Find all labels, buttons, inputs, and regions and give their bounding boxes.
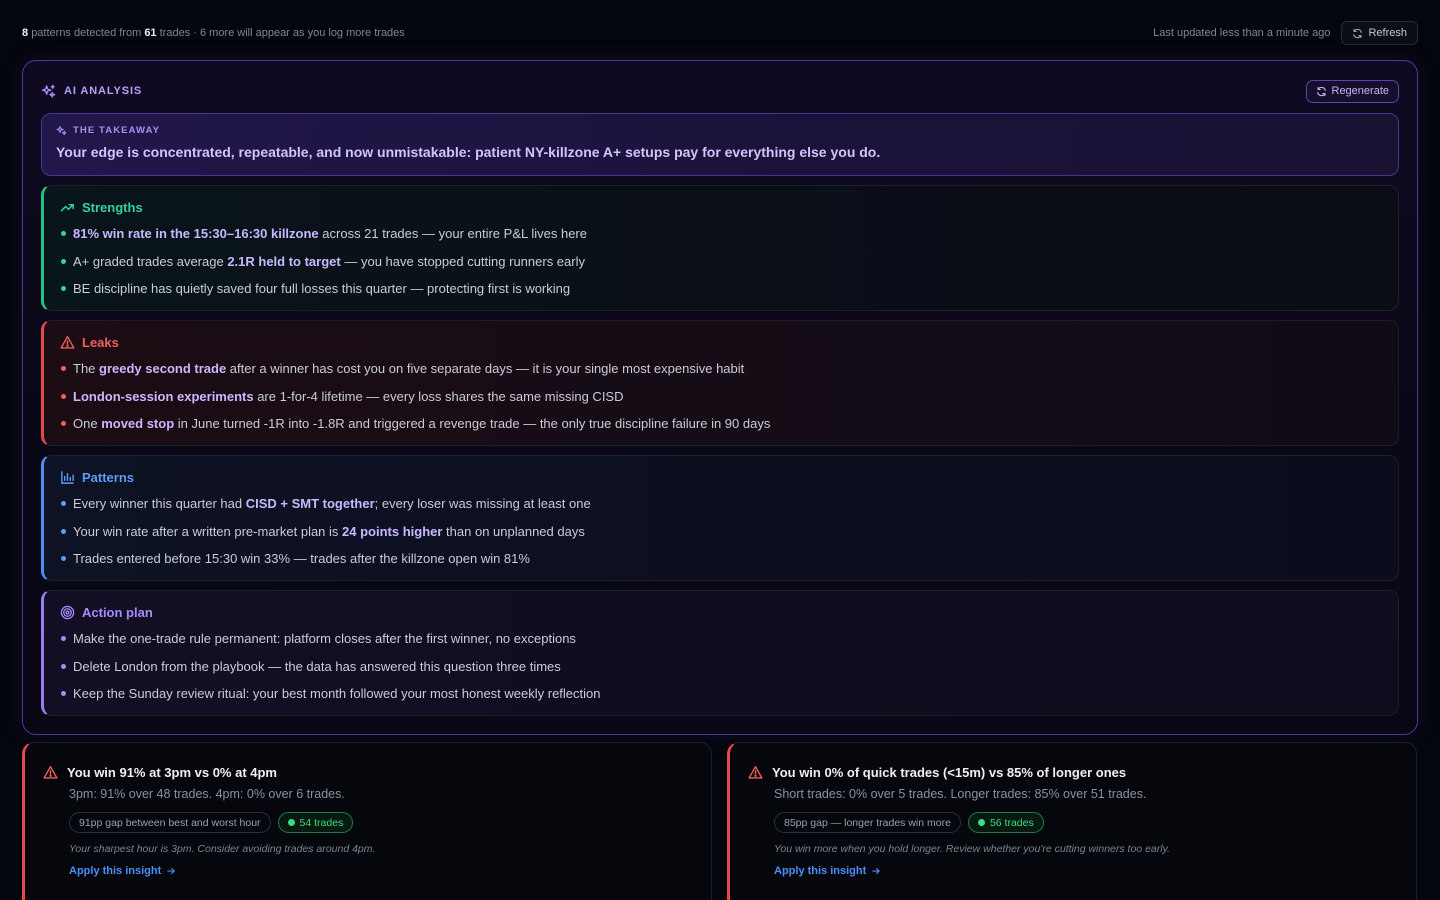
ai-title-text: AI ANALYSIS <box>64 85 143 97</box>
insight-title: You win 91% at 3pm vs 0% at 4pm <box>43 763 693 781</box>
apply-insight-link[interactable]: Apply this insight <box>774 865 881 877</box>
insight-chips: 91pp gap between best and worst hour 54 … <box>69 812 693 833</box>
insight-subtitle: 3pm: 91% over 48 trades. 4pm: 0% over 6 … <box>69 787 345 801</box>
list-item: Delete London from the playbook — the da… <box>60 657 1382 685</box>
insight-subtitle: Short trades: 0% over 5 trades. Longer t… <box>774 787 1147 801</box>
strengths-section: Strengths 81% win rate in the 15:30–16:3… <box>41 185 1399 311</box>
trades-chip: 54 trades <box>277 812 354 833</box>
regenerate-button[interactable]: Regenerate <box>1305 79 1399 103</box>
ai-title: AI ANALYSIS <box>41 84 142 99</box>
leaks-title: Leaks <box>82 334 119 350</box>
list-item: London-session experiments are 1-for-4 l… <box>60 387 1382 415</box>
refresh-label: Refresh <box>1368 27 1407 39</box>
strengths-title: Strengths <box>82 199 143 215</box>
insight-chips: 85pp gap — longer trades win more 56 tra… <box>774 812 1398 833</box>
takeaway-label: THE TAKEAWAY <box>56 125 1384 136</box>
gap-chip: 85pp gap — longer trades win more <box>774 812 961 833</box>
strengths-heading: Strengths <box>60 198 1382 216</box>
trades-text: trades · 6 more will appear as you log m… <box>159 27 405 39</box>
topbar-actions: Last updated less than a minute ago Refr… <box>1153 21 1418 45</box>
action-plan-section: Action plan Make the one-trade rule perm… <box>41 590 1399 716</box>
patterns-text: patterns detected from <box>31 27 142 39</box>
ai-analysis-panel: AI ANALYSIS Regenerate THE TAKEAWAY Your… <box>22 60 1418 735</box>
ai-header: AI ANALYSIS Regenerate <box>41 79 1399 103</box>
list-item: A+ graded trades average 2.1R held to ta… <box>60 252 1382 280</box>
target-icon <box>60 605 75 619</box>
takeaway-text: Your edge is concentrated, repeatable, a… <box>56 144 881 160</box>
insight-note: Your sharpest hour is 3pm. Consider avoi… <box>69 843 376 855</box>
regenerate-label: Regenerate <box>1331 85 1390 97</box>
strengths-list: 81% win rate in the 15:30–16:30 killzone… <box>60 224 1382 307</box>
pattern-count: 8 <box>22 27 29 39</box>
action-plan-list: Make the one-trade rule permanent: platf… <box>60 629 1382 712</box>
takeaway-label-text: THE TAKEAWAY <box>73 125 161 136</box>
gap-chip: 91pp gap between best and worst hour <box>69 812 271 833</box>
trending-up-icon <box>60 203 74 212</box>
list-item: Make the one-trade rule permanent: platf… <box>60 629 1382 657</box>
last-updated: Last updated less than a minute ago <box>1153 27 1331 39</box>
summary-bar: 8 patterns detected from 61 trades · 6 m… <box>22 20 1418 46</box>
warning-triangle-icon <box>60 335 75 349</box>
sparkles-icon <box>56 125 67 136</box>
insight-note: You win more when you hold longer. Revie… <box>774 843 1170 855</box>
sparkles-icon <box>41 84 56 98</box>
leaks-section: Leaks The greedy second trade after a wi… <box>41 320 1399 446</box>
list-item: The greedy second trade after a winner h… <box>60 359 1382 387</box>
status-dot-icon <box>977 819 985 826</box>
action-plan-heading: Action plan <box>60 603 1382 621</box>
refresh-icon <box>1316 86 1326 96</box>
list-item: Every winner this quarter had CISD + SMT… <box>60 494 1382 522</box>
patterns-summary: 8 patterns detected from 61 trades · 6 m… <box>22 27 405 39</box>
takeaway-card: THE TAKEAWAY Your edge is concentrated, … <box>41 113 1399 176</box>
trade-count: 61 <box>144 27 157 39</box>
trades-chip: 56 trades <box>967 812 1044 833</box>
refresh-button[interactable]: Refresh <box>1341 21 1418 45</box>
list-item: One moved stop in June turned -1R into -… <box>60 414 1382 442</box>
arrow-right-icon <box>167 867 176 875</box>
patterns-heading: Patterns <box>60 468 1382 486</box>
insight-card-duration: You win 0% of quick trades (<15m) vs 85%… <box>727 742 1417 900</box>
insight-card-hour: You win 91% at 3pm vs 0% at 4pm 3pm: 91%… <box>22 742 712 900</box>
refresh-icon <box>1353 28 1363 38</box>
patterns-list: Every winner this quarter had CISD + SMT… <box>60 494 1382 577</box>
warning-triangle-icon <box>43 765 58 779</box>
warning-triangle-icon <box>748 765 763 779</box>
status-dot-icon <box>287 819 295 826</box>
insight-title: You win 0% of quick trades (<15m) vs 85%… <box>748 763 1398 781</box>
arrow-right-icon <box>872 867 881 875</box>
list-item: BE discipline has quietly saved four ful… <box>60 279 1382 307</box>
leaks-list: The greedy second trade after a winner h… <box>60 359 1382 442</box>
list-item: Keep the Sunday review ritual: your best… <box>60 684 1382 712</box>
apply-insight-link[interactable]: Apply this insight <box>69 865 176 877</box>
list-item: 81% win rate in the 15:30–16:30 killzone… <box>60 224 1382 252</box>
action-plan-title: Action plan <box>82 604 153 620</box>
list-item: Your win rate after a written pre-market… <box>60 522 1382 550</box>
patterns-title: Patterns <box>82 469 135 485</box>
bar-chart-icon <box>61 470 74 484</box>
list-item: Trades entered before 15:30 win 33% — tr… <box>60 549 1382 577</box>
patterns-section: Patterns Every winner this quarter had C… <box>41 455 1399 581</box>
leaks-heading: Leaks <box>60 333 1382 351</box>
